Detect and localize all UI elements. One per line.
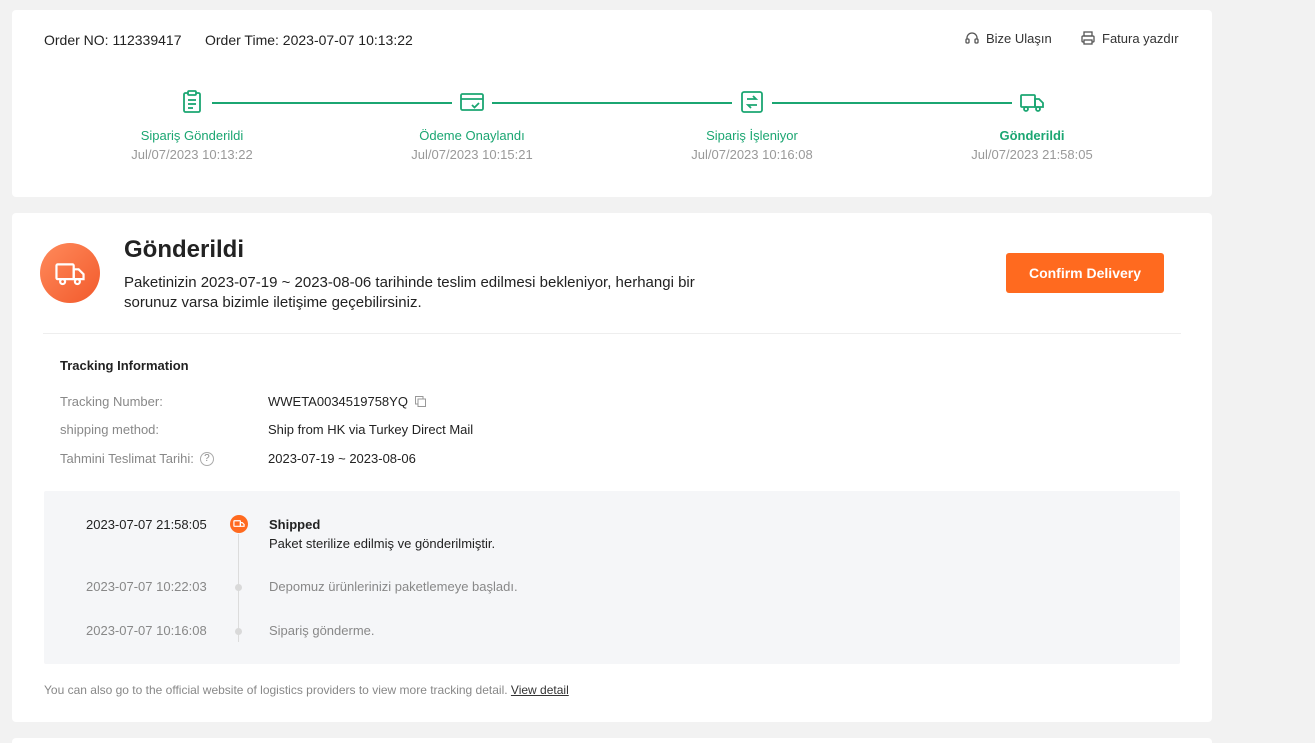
tracking-number-value: WWETA0034519758YQ: [268, 394, 427, 409]
timeline-dot: [235, 628, 242, 635]
event-time: 2023-07-07 21:58:05: [86, 517, 207, 532]
tracking-heading: Tracking Information: [60, 358, 189, 373]
event-description: Paket sterilize edilmiş ve gönderilmişti…: [269, 536, 496, 551]
view-detail-link[interactable]: View detail: [511, 683, 569, 697]
order-number: Order NO: 112339417: [44, 32, 182, 48]
headset-icon: [965, 32, 979, 44]
step-title: Sipariş İşleniyor: [706, 128, 798, 143]
clipboard-icon: [183, 90, 201, 113]
event-description: Sipariş gönderme.: [269, 623, 375, 638]
footer-note-text: You can also go to the official website …: [44, 683, 508, 697]
step-title: Sipariş Gönderildi: [140, 128, 244, 143]
copy-icon[interactable]: [414, 395, 427, 408]
step-time: Jul/07/2023 21:58:05: [971, 147, 1093, 162]
status-badge: [40, 243, 100, 303]
order-time: Order Time: 2023-07-07 10:13:22: [205, 32, 413, 48]
processing-icon: [741, 91, 763, 113]
truck-icon: [55, 263, 85, 286]
tracking-footer-note: You can also go to the official website …: [44, 683, 569, 697]
truck-icon: [233, 520, 245, 527]
step-time: Jul/07/2023 10:15:21: [411, 147, 533, 162]
event-description: Depomuz ürünlerinizi paketlemeye başladı…: [269, 579, 518, 594]
step-connector: [772, 102, 1012, 104]
printer-icon: [1081, 31, 1095, 45]
event-title: Shipped: [269, 517, 321, 532]
step-title-current: Gönderildi: [999, 128, 1065, 143]
status-description: Paketinizin 2023-07-19 ~ 2023-08-06 tari…: [124, 274, 695, 311]
step-time: Jul/07/2023 10:13:22: [131, 147, 253, 162]
shipping-method-label: shipping method:: [60, 422, 160, 437]
shipment-status-card: Gönderildi Paketinizin 2023-07-19 ~ 2023…: [12, 213, 1212, 722]
tracking-timeline: 2023-07-07 21:58:05 Shipped Paket steril…: [44, 491, 1180, 664]
status-title: Gönderildi: [124, 236, 244, 263]
next-card: [12, 738, 1212, 743]
estimated-delivery-value: 2023-07-19 ~ 2023-08-06: [268, 451, 416, 466]
order-progress-card: Order NO: 112339417 Order Time: 2023-07-…: [12, 10, 1212, 197]
truck-icon: [1020, 94, 1044, 112]
timeline-dot: [235, 584, 242, 591]
step-title: Ödeme Onaylandı: [419, 128, 525, 143]
event-time: 2023-07-07 10:22:03: [86, 579, 207, 594]
tracking-number-text: WWETA0034519758YQ: [268, 394, 408, 409]
tracking-number-label: Tracking Number:: [60, 394, 163, 409]
print-invoice-label: Fatura yazdır: [1102, 30, 1179, 46]
step-connector: [212, 102, 452, 104]
help-icon[interactable]: ?: [199, 451, 214, 466]
shipped-event-icon: [230, 515, 248, 533]
step-time: Jul/07/2023 10:16:08: [691, 147, 813, 162]
estimated-delivery-label: Tahmini Teslimat Tarihi: ?: [60, 451, 214, 466]
estimated-delivery-label-text: Tahmini Teslimat Tarihi:: [60, 451, 194, 466]
contact-us-link[interactable]: Bize Ulaşın: [964, 30, 1052, 46]
shipping-method-value: Ship from HK via Turkey Direct Mail: [268, 422, 474, 437]
print-invoice-link[interactable]: Fatura yazdır: [1080, 30, 1179, 46]
card-check-icon: [460, 93, 484, 111]
contact-us-label: Bize Ulaşın: [986, 30, 1052, 46]
event-time: 2023-07-07 10:16:08: [86, 623, 207, 638]
step-connector: [492, 102, 732, 104]
divider: [43, 333, 1181, 334]
confirm-delivery-button[interactable]: Confirm Delivery: [1006, 253, 1164, 293]
